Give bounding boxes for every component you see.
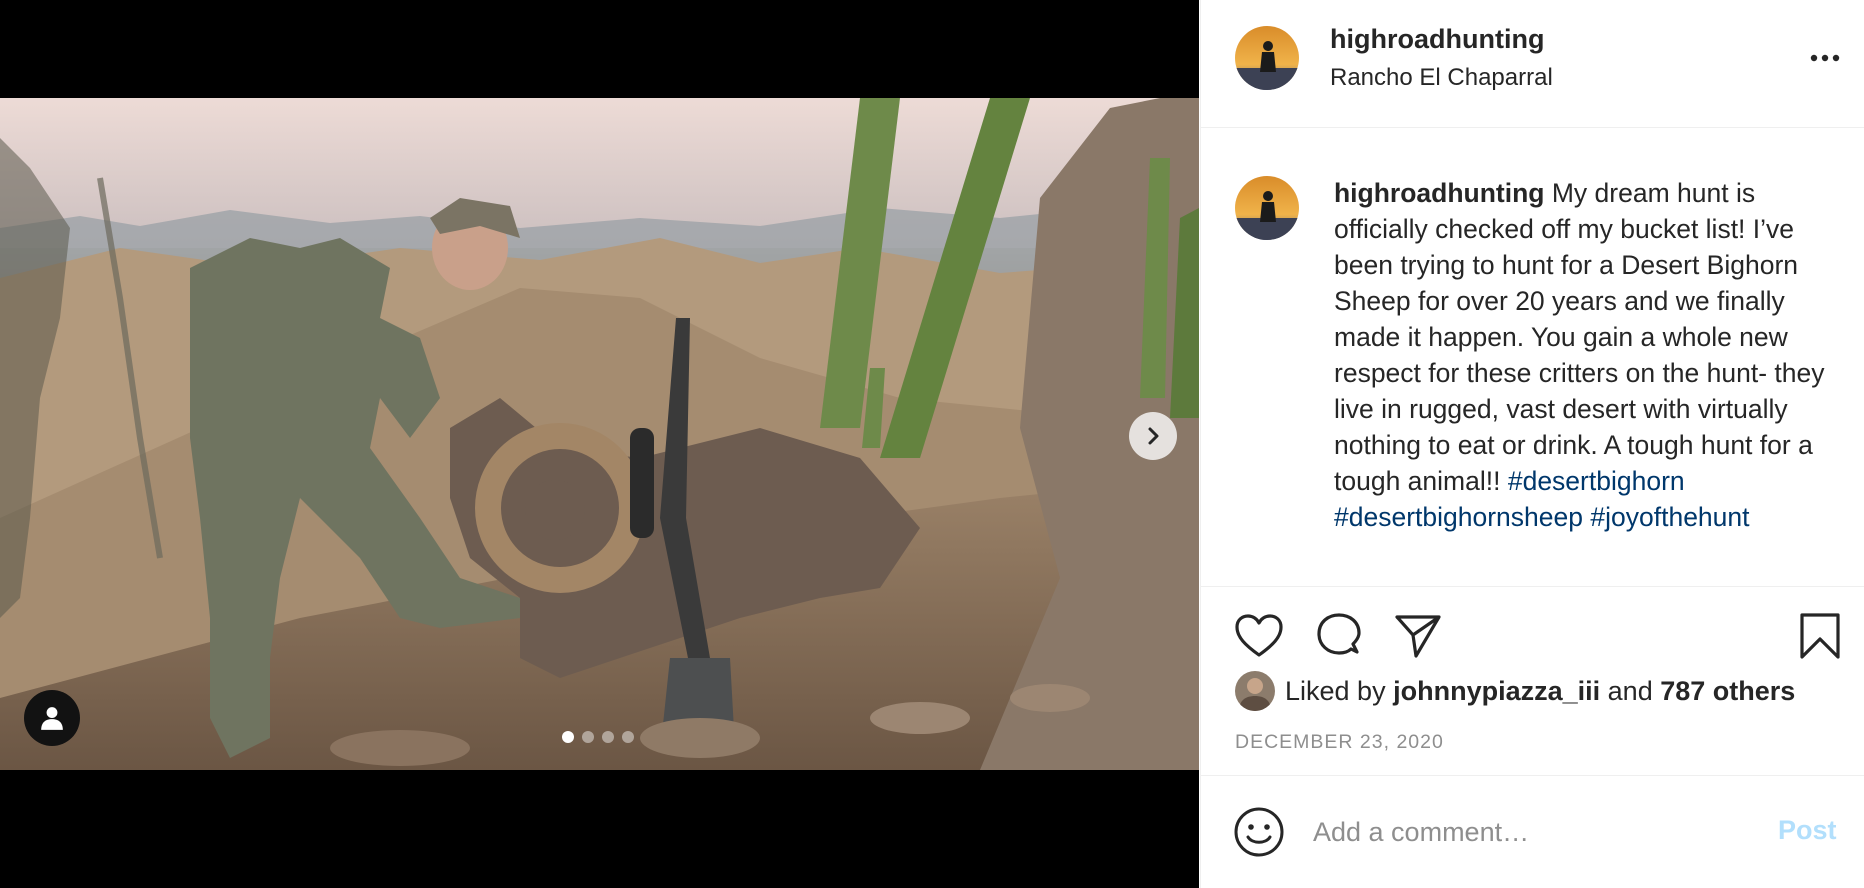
paper-plane-icon [1395, 615, 1441, 658]
post-actions: Liked by johnnypiazza_iii and 787 others… [1201, 586, 1864, 776]
liker-username[interactable]: johnnypiazza_iii [1393, 676, 1600, 707]
share-button[interactable] [1391, 609, 1445, 663]
post-author-username[interactable]: highroadhunting [1330, 24, 1544, 55]
liked-by-label: Liked by [1285, 675, 1386, 706]
caption-section: highroadhunting My dream hunt is officia… [1201, 129, 1864, 585]
post-header: highroadhunting Rancho El Chaparral [1201, 0, 1864, 128]
save-button[interactable] [1793, 609, 1847, 663]
profile-picture [1235, 26, 1299, 90]
carousel-dot [582, 731, 594, 743]
hashtag-link[interactable]: #desertbighornsheep [1334, 502, 1583, 532]
tagged-users-button[interactable] [24, 690, 80, 746]
person-icon [41, 707, 63, 730]
carousel-dot [562, 731, 574, 743]
comment-bubble-icon [1317, 613, 1361, 655]
comment-button[interactable] [1312, 609, 1366, 663]
likes-joiner: and [1607, 675, 1653, 706]
avatar[interactable] [1235, 26, 1299, 90]
comment-composer: Post [1201, 777, 1864, 888]
avatar[interactable] [1235, 176, 1299, 240]
carousel-dot [602, 731, 614, 743]
likes-summary: Liked by johnnypiazza_iii and 787 others [1235, 671, 1795, 711]
post-details-panel: highroadhunting Rancho El Chaparral high… [1200, 0, 1864, 888]
like-button[interactable] [1232, 609, 1286, 663]
comment-input[interactable] [1313, 807, 1753, 857]
caption-text: My dream hunt is officially checked off … [1334, 178, 1825, 496]
hunting-scene-illustration [0, 98, 1199, 770]
carousel-dot [622, 731, 634, 743]
caption-username[interactable]: highroadhunting [1334, 178, 1544, 208]
post-location[interactable]: Rancho El Chaparral [1330, 64, 1553, 92]
likes-others-link[interactable]: 787 others [1660, 676, 1795, 707]
carousel-next-button[interactable] [1129, 412, 1177, 460]
emoji-smile-icon [1234, 807, 1284, 857]
emoji-button[interactable] [1233, 806, 1285, 858]
post-photo[interactable] [0, 98, 1199, 770]
heart-icon [1235, 614, 1283, 657]
carousel-indicator [562, 731, 634, 743]
avatar[interactable] [1235, 671, 1275, 711]
chevron-right-icon [1148, 427, 1159, 445]
post-media [0, 0, 1199, 888]
more-options-icon [1810, 54, 1840, 62]
post-date[interactable]: DECEMBER 23, 2020 [1235, 731, 1444, 754]
hashtag-link[interactable]: #joyofthehunt [1590, 502, 1749, 532]
post-caption: highroadhunting My dream hunt is officia… [1334, 175, 1834, 535]
liker-profile-picture [1235, 671, 1275, 711]
profile-picture [1235, 176, 1299, 240]
hashtag-link[interactable]: #desertbighorn [1508, 466, 1685, 496]
bookmark-icon [1800, 613, 1840, 659]
more-options-button[interactable] [1807, 40, 1843, 76]
post-comment-button[interactable]: Post [1778, 815, 1837, 846]
